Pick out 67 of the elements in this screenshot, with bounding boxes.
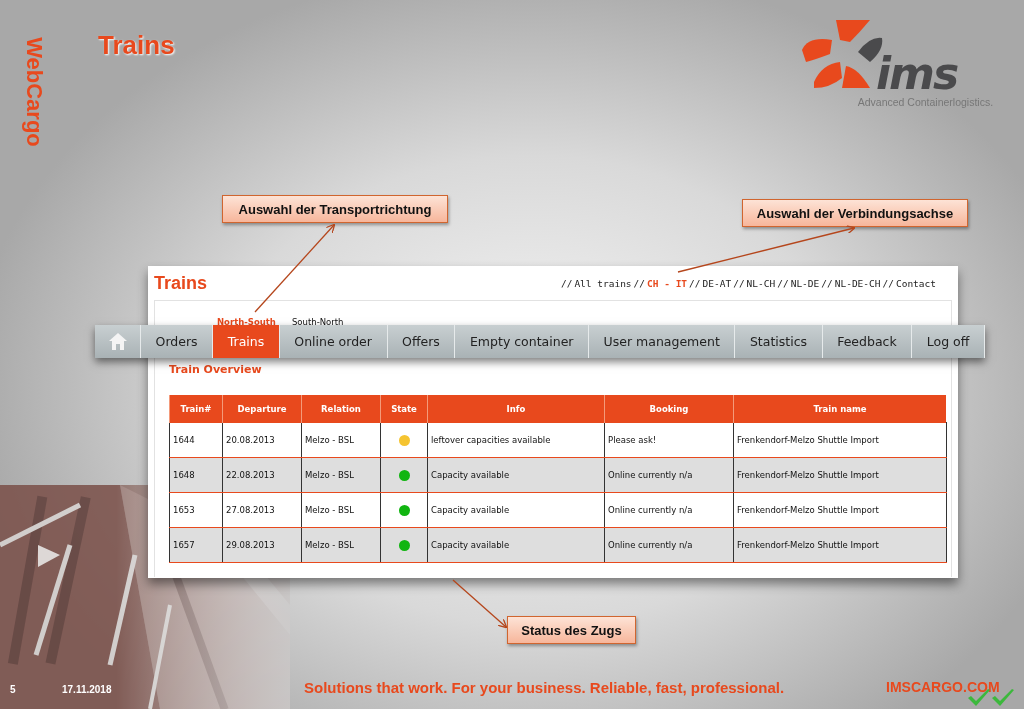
nav-tab[interactable]: Empty container bbox=[455, 325, 590, 358]
departure-cell: 29.08.2013 bbox=[222, 527, 302, 563]
slogan: Solutions that work. For your business. Reliable, fast, professional. bbox=[304, 679, 785, 696]
info-cell: leftover capacities available bbox=[427, 422, 605, 458]
link-separator: // bbox=[689, 277, 701, 289]
column-header: Departure bbox=[222, 395, 302, 423]
callout-box: Status des Zugs bbox=[507, 616, 636, 644]
route-link[interactable]: Contact bbox=[895, 277, 936, 289]
relation-cell: Melzo - BSL bbox=[301, 527, 381, 563]
relation-cell: Melzo - BSL bbox=[301, 492, 381, 528]
route-link[interactable]: DE-AT bbox=[702, 277, 732, 289]
nav-tab[interactable]: Trains bbox=[213, 325, 280, 358]
route-link[interactable]: CH - IT bbox=[647, 277, 688, 289]
link-separator: // bbox=[633, 277, 646, 289]
nav-tab[interactable]: Offers bbox=[387, 325, 456, 358]
booking-cell: Please ask! bbox=[604, 422, 734, 458]
arrow bbox=[452, 579, 508, 629]
nav-tab[interactable]: User management bbox=[589, 325, 736, 358]
info-cell: Capacity available bbox=[427, 527, 605, 563]
page-number: 5 bbox=[10, 684, 16, 695]
column-header: State bbox=[380, 395, 428, 423]
callout-box: Auswahl der Transportrichtung bbox=[222, 195, 448, 223]
column-header: Train# bbox=[169, 395, 223, 423]
departure-cell: 27.08.2013 bbox=[222, 492, 302, 528]
train-name-cell: Frenkendorf-Melzo Shuttle Import bbox=[733, 527, 946, 563]
nav-tab[interactable]: Feedback bbox=[822, 325, 913, 358]
link-separator: // bbox=[777, 277, 789, 289]
column-header: Booking bbox=[604, 395, 734, 423]
info-cell: Capacity available bbox=[427, 492, 605, 528]
slide-title: Trains bbox=[98, 30, 175, 61]
link-separator: // bbox=[821, 277, 833, 289]
nav-tab[interactable]: Log off bbox=[912, 325, 985, 358]
link-separator: // bbox=[733, 277, 745, 289]
relation-cell: Melzo - BSL bbox=[301, 457, 381, 493]
route-link[interactable]: All trains bbox=[574, 277, 632, 289]
route-link[interactable]: NL-DE bbox=[790, 277, 820, 289]
route-link[interactable]: NL-CH bbox=[746, 277, 776, 289]
booking-cell: Online currently n/a bbox=[604, 527, 734, 563]
booking-cell: Online currently n/a bbox=[604, 492, 734, 528]
relation-cell: Melzo - BSL bbox=[301, 422, 381, 458]
section-title: Train Overview bbox=[169, 363, 263, 378]
column-header: Relation bbox=[301, 395, 381, 423]
train-name-cell: Frenkendorf-Melzo Shuttle Import bbox=[733, 457, 946, 493]
nav-tab[interactable]: Statistics bbox=[735, 325, 823, 358]
nav-tab[interactable]: Online order bbox=[279, 325, 388, 358]
column-header: Train name bbox=[733, 395, 946, 423]
train-name-cell: Frenkendorf-Melzo Shuttle Import bbox=[733, 492, 946, 528]
website-text: IMSCARGO.COM bbox=[886, 679, 1000, 695]
train-number-cell: 1648 bbox=[169, 457, 223, 493]
page-title: Trains bbox=[154, 272, 208, 294]
callout-box: Auswahl der Verbindungsachse bbox=[742, 199, 968, 227]
link-separator: // bbox=[560, 277, 573, 289]
train-number-cell: 1657 bbox=[169, 527, 223, 563]
logo-wordmark: ims bbox=[876, 54, 958, 94]
train-number-cell: 1644 bbox=[169, 422, 223, 458]
train-name-cell: Frenkendorf-Melzo Shuttle Import bbox=[733, 422, 946, 458]
departure-cell: 20.08.2013 bbox=[222, 422, 302, 458]
departure-cell: 22.08.2013 bbox=[222, 457, 302, 493]
booking-cell: Online currently n/a bbox=[604, 457, 734, 493]
info-cell: Capacity available bbox=[427, 457, 605, 493]
home-icon bbox=[108, 333, 127, 350]
route-link[interactable]: NL-DE-CH bbox=[834, 277, 881, 289]
side-label: WebCargo bbox=[22, 36, 46, 149]
train-number-cell: 1653 bbox=[169, 492, 223, 528]
slide-date: 17.11.2018 bbox=[62, 684, 112, 695]
column-header: Info bbox=[427, 395, 605, 423]
link-separator: // bbox=[882, 277, 894, 289]
